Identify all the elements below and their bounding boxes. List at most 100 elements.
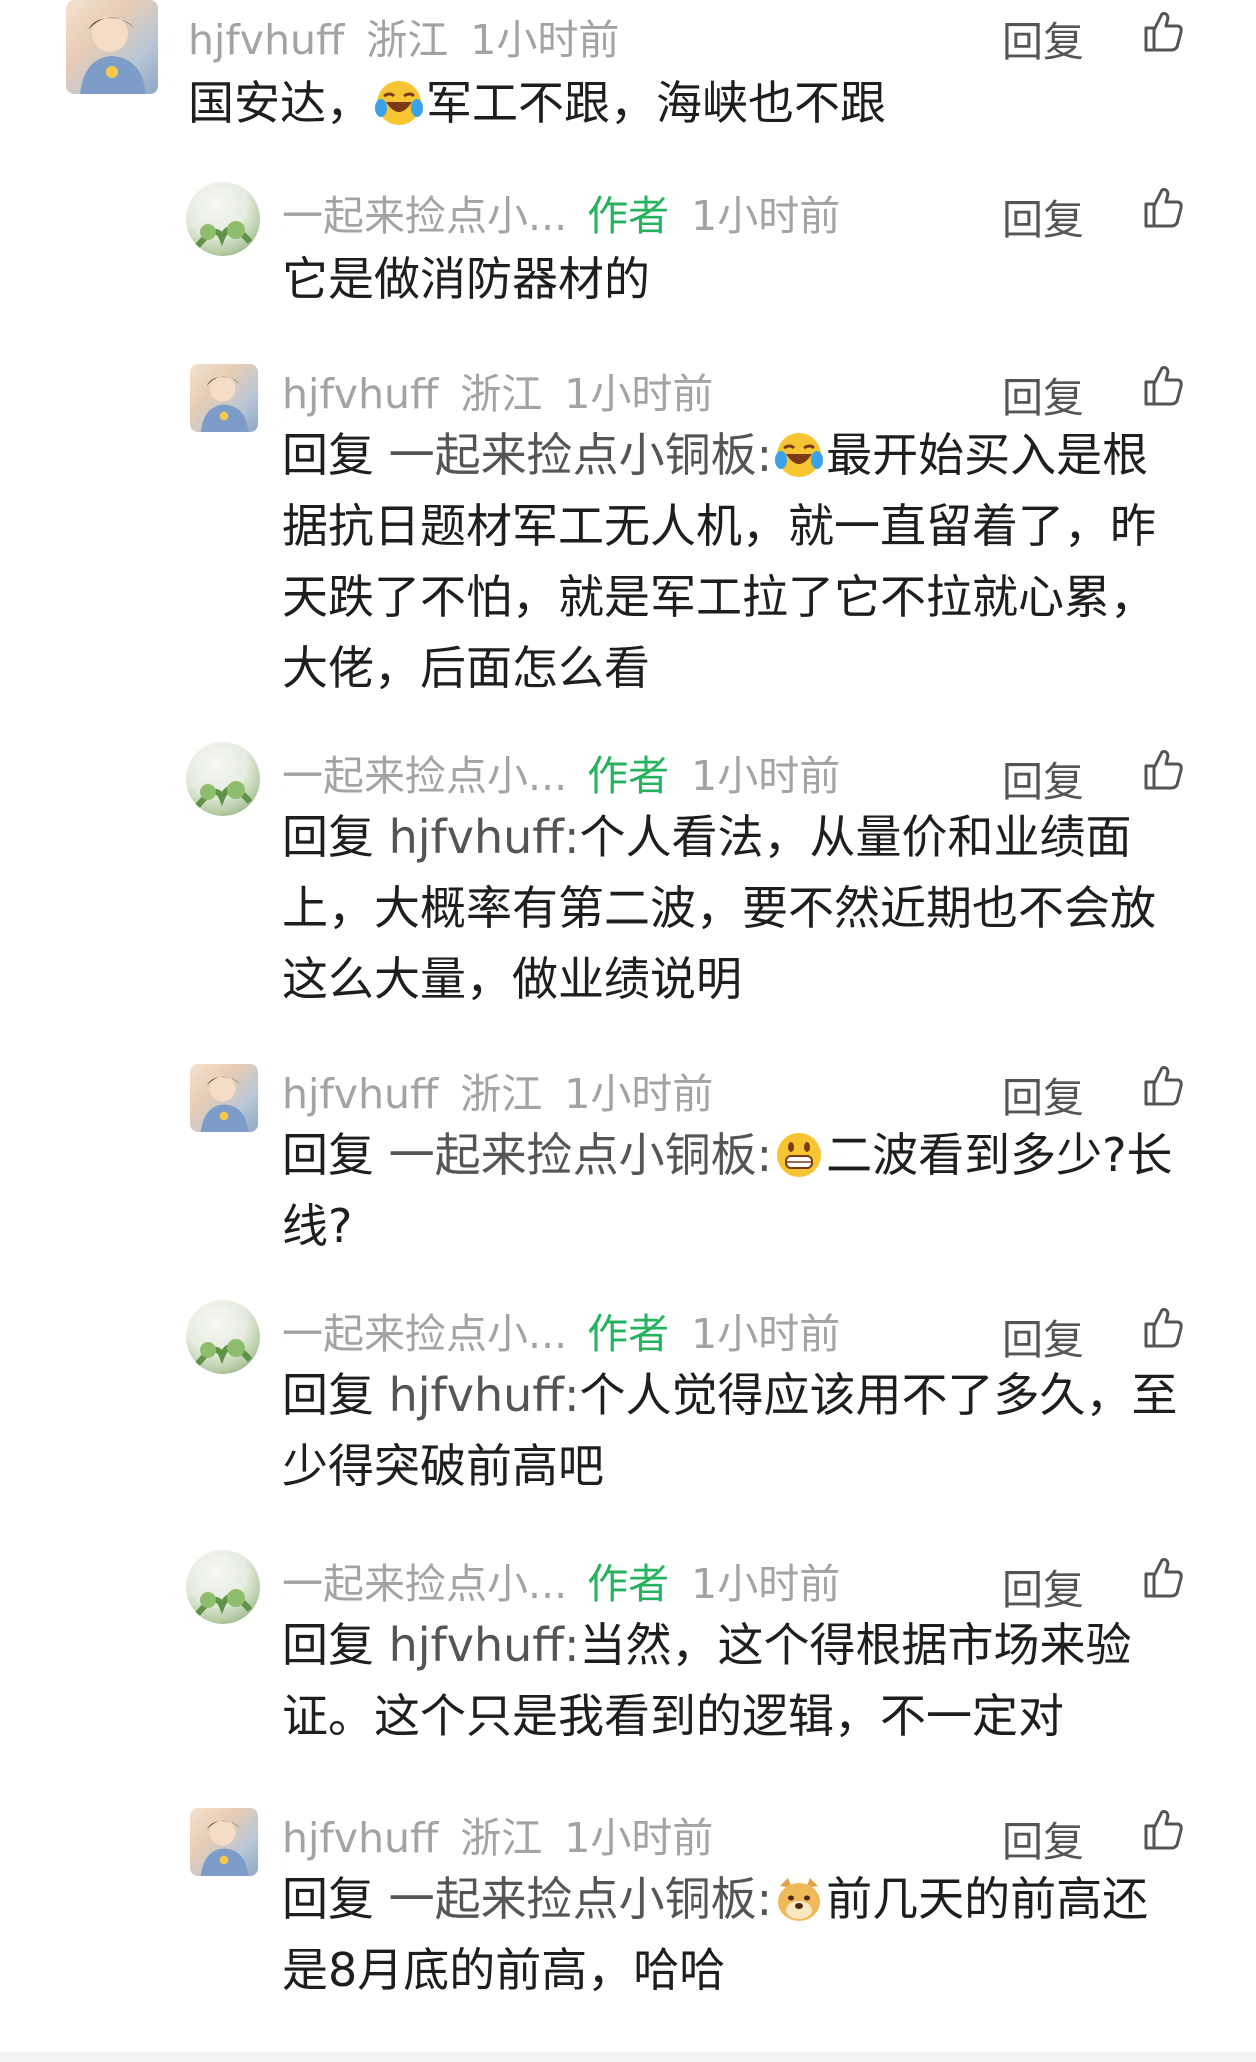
reply-prefix: 回复	[282, 1618, 389, 1672]
comment-body: 它是做消防器材的	[282, 252, 650, 306]
thumbs-up-icon	[1144, 1558, 1183, 1598]
reply-button[interactable]: 回复	[1002, 8, 1084, 68]
comment-text: 它是做消防器材的	[282, 244, 1182, 315]
comment-item: hjfvhuff 浙江 1小时前 回复 回复 一起来捡点小铜板: 二波看到多少?长线?	[0, 1056, 1256, 1276]
comment-meta: 一起来捡点小... 作者 1小时前	[282, 1550, 840, 1610]
username[interactable]: 一起来捡点小...	[282, 1310, 567, 1358]
like-button[interactable]	[1140, 1062, 1186, 1108]
reply-target[interactable]: 一起来捡点小铜板:	[389, 1872, 773, 1926]
comment-meta: hjfvhuff 浙江 1小时前	[188, 6, 619, 66]
username[interactable]: hjfvhuff	[282, 1814, 438, 1862]
timestamp: 1小时前	[470, 16, 620, 64]
comment-text: 回复 hjfvhuff:个人看法，从量价和业绩面上，大概率有第二波，要不然近期也…	[282, 802, 1182, 1015]
username[interactable]: 一起来捡点小...	[282, 1560, 567, 1608]
avatar[interactable]	[190, 1808, 258, 1876]
bottom-divider	[0, 2052, 1256, 2062]
username[interactable]: hjfvhuff	[282, 370, 438, 418]
comment-item: hjfvhuff 浙江 1小时前 回复 回复 一起来捡点小铜板: 前几天的前高还是8月…	[0, 1800, 1256, 2030]
author-avatar-image	[193, 1589, 253, 1618]
timestamp: 1小时前	[691, 192, 841, 240]
author-avatar-image	[193, 221, 253, 250]
author-badge: 作者	[587, 192, 670, 240]
username[interactable]: hjfvhuff	[188, 16, 344, 64]
username[interactable]: hjfvhuff	[282, 1070, 438, 1118]
user-avatar-image	[200, 1819, 249, 1876]
reply-button[interactable]: 回复	[1002, 1306, 1084, 1366]
user-avatar-image	[200, 1075, 249, 1132]
comment-meta: hjfvhuff 浙江 1小时前	[282, 360, 713, 420]
username[interactable]: 一起来捡点小...	[282, 192, 567, 240]
comment-meta: hjfvhuff 浙江 1小时前	[282, 1060, 713, 1120]
avatar[interactable]	[190, 364, 258, 432]
reply-prefix: 回复	[282, 1368, 389, 1422]
avatar[interactable]	[186, 182, 260, 256]
like-button[interactable]	[1140, 1554, 1186, 1600]
comment-text: 回复 hjfvhuff:当然，这个得根据市场来验证。这个只是我看到的逻辑，不一定…	[282, 1610, 1182, 1752]
comment-text: 回复 一起来捡点小铜板: 二波看到多少?长线?	[282, 1120, 1182, 1262]
like-button[interactable]	[1140, 746, 1186, 792]
comment-item: 一起来捡点小... 作者 1小时前 回复 回复 hjfvhuff:个人觉得应该用不了…	[0, 1300, 1256, 1520]
reply-prefix: 回复	[282, 810, 389, 864]
thumbs-up-icon	[1144, 1066, 1183, 1106]
comment-meta: hjfvhuff 浙江 1小时前	[282, 1804, 713, 1864]
location: 浙江	[366, 16, 449, 64]
thumbs-up-icon	[1144, 1308, 1183, 1348]
author-badge: 作者	[587, 1560, 670, 1608]
comment-item: hjfvhuff 浙江 1小时前 回复 回复 一起来捡点小铜板: 最开始买入是根据抗日…	[0, 356, 1256, 716]
laugh-cry-emoji-icon	[775, 433, 824, 477]
author-badge: 作者	[587, 752, 670, 800]
reply-target[interactable]: 一起来捡点小铜板:	[389, 1128, 773, 1182]
reply-button[interactable]: 回复	[1002, 748, 1084, 808]
timestamp: 1小时前	[564, 1814, 714, 1862]
author-avatar-image	[193, 1339, 253, 1368]
avatar[interactable]	[66, 0, 158, 94]
thumbs-up-icon	[1144, 750, 1183, 790]
user-avatar-image	[200, 375, 249, 432]
thumbs-up-icon	[1144, 366, 1183, 406]
doge-emoji-icon	[778, 1878, 821, 1921]
timestamp: 1小时前	[564, 1070, 714, 1118]
reply-target[interactable]: hjfvhuff:	[389, 810, 580, 864]
location: 浙江	[460, 370, 543, 418]
reply-button[interactable]: 回复	[1002, 1064, 1084, 1124]
comment-body: 国安达，	[188, 76, 372, 130]
avatar[interactable]	[186, 1300, 260, 1374]
laugh-cry-emoji-icon	[375, 81, 423, 125]
reply-target[interactable]: hjfvhuff:	[389, 1368, 580, 1422]
timestamp: 1小时前	[564, 370, 714, 418]
reply-button[interactable]: 回复	[1002, 1808, 1084, 1868]
location: 浙江	[460, 1814, 543, 1862]
thumbs-up-icon	[1144, 12, 1183, 52]
reply-button[interactable]: 回复	[1002, 364, 1084, 424]
timestamp: 1小时前	[691, 1310, 841, 1358]
avatar[interactable]	[186, 742, 260, 816]
avatar[interactable]	[186, 1550, 260, 1624]
comment-item: 一起来捡点小... 作者 1小时前 回复 它是做消防器材的	[0, 180, 1256, 330]
author-avatar-image	[193, 781, 253, 810]
like-button[interactable]	[1140, 362, 1186, 408]
comment-text: 回复 一起来捡点小铜板: 前几天的前高还是8月底的前高，哈哈	[282, 1864, 1182, 2006]
location: 浙江	[460, 1070, 543, 1118]
username[interactable]: 一起来捡点小...	[282, 752, 567, 800]
comment-text: 国安达， 军工不跟，海峡也不跟	[188, 68, 1168, 139]
thumbs-up-icon	[1144, 1810, 1183, 1850]
comment-meta: 一起来捡点小... 作者 1小时前	[282, 742, 840, 802]
comment-item: 一起来捡点小... 作者 1小时前 回复 回复 hjfvhuff:个人看法，从量价和…	[0, 742, 1256, 1032]
like-button[interactable]	[1140, 184, 1186, 230]
reply-target[interactable]: 一起来捡点小铜板:	[389, 428, 773, 482]
reply-button[interactable]: 回复	[1002, 1556, 1084, 1616]
like-button[interactable]	[1140, 1806, 1186, 1852]
reply-prefix: 回复	[282, 1128, 389, 1182]
reply-target[interactable]: hjfvhuff:	[389, 1618, 580, 1672]
comment-meta: 一起来捡点小... 作者 1小时前	[282, 1300, 840, 1360]
reply-prefix: 回复	[282, 428, 389, 482]
reply-button[interactable]: 回复	[1002, 186, 1084, 246]
like-button[interactable]	[1140, 1304, 1186, 1350]
author-badge: 作者	[587, 1310, 670, 1358]
comment-item: hjfvhuff 浙江 1小时前 回复 国安达， 军工不跟，海峡也不跟	[0, 0, 1256, 150]
comment-text: 回复 hjfvhuff:个人觉得应该用不了多久，至少得突破前高吧	[282, 1360, 1182, 1502]
like-button[interactable]	[1140, 8, 1186, 54]
avatar[interactable]	[190, 1064, 258, 1132]
timestamp: 1小时前	[691, 1560, 841, 1608]
reply-prefix: 回复	[282, 1872, 389, 1926]
